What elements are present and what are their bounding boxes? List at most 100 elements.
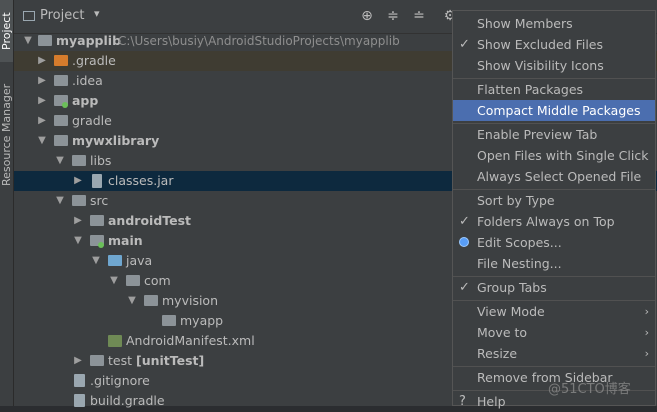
menu-item-file-nesting[interactable]: File Nesting...: [453, 253, 655, 274]
menu-item-label: Always Select Opened File: [477, 169, 642, 184]
chevron-right-icon[interactable]: ▶: [36, 91, 48, 111]
chevron-right-icon[interactable]: ▶: [72, 351, 84, 371]
tree-label: myapplib: [56, 33, 122, 48]
menu-item-folders-on-top[interactable]: ✓ Folders Always on Top: [453, 211, 655, 232]
folder-icon: [90, 355, 104, 366]
menu-item-label: Edit Scopes...: [477, 235, 562, 250]
options-menu: Show Members ✓ Show Excluded Files Show V…: [452, 10, 656, 409]
chevron-right-icon: ›: [644, 347, 649, 360]
folder-icon: [38, 35, 52, 46]
project-tool-tab[interactable]: Project: [0, 0, 13, 62]
package-icon: [126, 275, 140, 286]
menu-item-flatten-packages[interactable]: Flatten Packages: [453, 79, 655, 100]
menu-item-label: Show Members: [477, 16, 573, 31]
chevron-right-icon[interactable]: ▶: [72, 211, 84, 231]
chevron-down-icon[interactable]: ▼: [54, 191, 66, 211]
help-icon: ?: [459, 394, 466, 409]
chevron-right-icon[interactable]: ▶: [72, 171, 84, 191]
chevron-down-icon[interactable]: ▼: [90, 251, 102, 271]
expand-all-icon[interactable]: ≑: [385, 8, 401, 24]
folder-icon: [72, 155, 86, 166]
collapse-all-icon[interactable]: ≐: [411, 8, 427, 24]
source-folder-icon: [108, 255, 122, 266]
tree-label: androidTest: [108, 213, 192, 228]
tree-label-suffix: [unitTest]: [136, 353, 205, 368]
tree-label: app: [72, 93, 99, 108]
menu-item-label: Resize: [477, 346, 518, 361]
chevron-right-icon: ›: [644, 305, 649, 318]
menu-item-enable-preview-tab[interactable]: Enable Preview Tab: [453, 124, 655, 145]
menu-item-label: Compact Middle Packages: [477, 103, 641, 118]
menu-item-view-mode[interactable]: View Mode ›: [453, 301, 655, 322]
menu-item-label: Help: [477, 394, 506, 409]
package-icon: [144, 295, 158, 306]
folder-icon: [54, 115, 68, 126]
check-icon: ✓: [459, 280, 470, 295]
locate-icon[interactable]: ⊕: [359, 8, 375, 24]
check-icon: ✓: [459, 214, 470, 229]
menu-item-label: Show Excluded Files: [477, 37, 604, 52]
menu-item-label: Sort by Type: [477, 193, 555, 208]
check-icon: ✓: [459, 37, 470, 52]
tool-window-stripe: Project Resource Manager: [0, 0, 14, 406]
menu-item-compact-middle-packages[interactable]: Compact Middle Packages: [453, 100, 655, 121]
menu-item-label: View Mode: [477, 304, 545, 319]
chevron-right-icon: ›: [644, 326, 649, 339]
watermark: @51CTO博客: [548, 382, 631, 397]
project-path: C:\Users\busiy\AndroidStudioProjects\mya…: [118, 34, 400, 48]
menu-item-show-members[interactable]: Show Members: [453, 13, 655, 34]
folder-icon: [72, 195, 86, 206]
gradle-file-icon: [74, 394, 85, 407]
tree-label: AndroidManifest.xml: [126, 333, 255, 348]
tree-label: src: [90, 193, 109, 208]
tree-label: .gitignore: [90, 373, 150, 388]
menu-item-show-excluded-files[interactable]: ✓ Show Excluded Files: [453, 34, 655, 55]
chevron-down-icon[interactable]: ▼: [108, 271, 120, 291]
menu-item-resize[interactable]: Resize ›: [453, 343, 655, 364]
menu-item-group-tabs[interactable]: ✓ Group Tabs: [453, 277, 655, 298]
module-badge-icon: [98, 242, 104, 248]
menu-item-label: Folders Always on Top: [477, 214, 615, 229]
module-badge-icon: [62, 102, 68, 108]
radio-icon: [459, 237, 469, 247]
menu-item-label: File Nesting...: [477, 256, 562, 271]
chevron-right-icon[interactable]: ▶: [36, 71, 48, 91]
menu-item-move-to[interactable]: Move to ›: [453, 322, 655, 343]
resource-manager-tab[interactable]: Resource Manager: [0, 80, 13, 190]
chevron-down-icon[interactable]: ▼: [22, 31, 34, 51]
menu-item-label: Flatten Packages: [477, 82, 584, 97]
tree-label: build.gradle: [90, 393, 165, 408]
tree-label: mywxlibrary: [72, 133, 160, 148]
chevron-right-icon[interactable]: ▶: [36, 51, 48, 71]
tree-label: classes.jar: [108, 173, 174, 188]
menu-item-show-visibility-icons[interactable]: Show Visibility Icons: [453, 55, 655, 76]
folder-icon: [90, 215, 104, 226]
chevron-down-icon[interactable]: ▼: [36, 131, 48, 151]
jar-icon: [92, 174, 102, 188]
chevron-down-icon[interactable]: ▾: [94, 7, 100, 20]
chevron-right-icon[interactable]: ▶: [36, 111, 48, 131]
file-icon: [74, 374, 85, 387]
chevron-down-icon[interactable]: ▼: [126, 291, 138, 311]
panel-title[interactable]: Project: [40, 8, 84, 23]
tree-label: gradle: [72, 113, 112, 128]
tree-label: com: [144, 273, 171, 288]
manifest-icon: [108, 335, 122, 347]
chevron-down-icon[interactable]: ▼: [54, 151, 66, 171]
tree-label: myvision: [162, 293, 218, 308]
menu-item-label: Show Visibility Icons: [477, 58, 604, 73]
tree-label: test: [108, 353, 133, 368]
tree-label: myapp: [180, 313, 224, 328]
folder-icon: [54, 75, 68, 86]
chevron-down-icon[interactable]: ▼: [72, 231, 84, 251]
tree-label: .gradle: [72, 53, 116, 68]
menu-item-always-select-opened[interactable]: Always Select Opened File: [453, 166, 655, 187]
project-view-icon: [23, 11, 35, 21]
menu-item-open-single-click[interactable]: Open Files with Single Click: [453, 145, 655, 166]
menu-item-label: Open Files with Single Click: [477, 148, 649, 163]
menu-item-edit-scopes[interactable]: Edit Scopes...: [453, 232, 655, 253]
menu-item-sort-by-type[interactable]: Sort by Type: [453, 190, 655, 211]
menu-item-label: Group Tabs: [477, 280, 547, 295]
package-icon: [162, 315, 176, 326]
menu-item-label: Enable Preview Tab: [477, 127, 598, 142]
